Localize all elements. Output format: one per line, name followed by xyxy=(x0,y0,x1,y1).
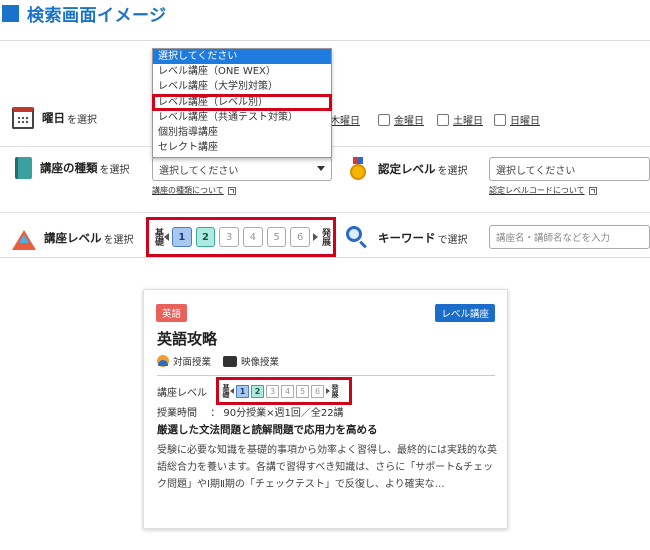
level-advanced-label: 発展 xyxy=(320,228,331,246)
row-divider xyxy=(0,212,650,213)
level-button-5[interactable]: 5 xyxy=(266,227,287,247)
checkbox[interactable] xyxy=(378,113,390,126)
course-hours: 授業時間 ： 90分授業×週1回／全22講 xyxy=(157,408,344,419)
course-title[interactable]: 英語攻略 xyxy=(157,328,217,349)
checkbox[interactable] xyxy=(494,113,506,126)
camera-icon xyxy=(223,355,238,367)
title-square-icon xyxy=(2,4,19,22)
card-level-indicator: 基礎 1 2 3 4 5 6 発展 xyxy=(216,377,352,405)
arrow-left-icon xyxy=(230,388,234,394)
pyramid-icon xyxy=(12,226,36,250)
day-label-suffix: を選択 xyxy=(67,114,97,126)
divider xyxy=(157,375,495,376)
keyword-input[interactable]: 講座名・講師名などを入力 xyxy=(489,225,650,249)
magnifier-icon xyxy=(346,226,370,250)
calendar-icon xyxy=(12,107,34,129)
day-checkbox-sun[interactable]: 日曜日 xyxy=(494,112,540,127)
course-headline: 厳選した文法問題と読解問題で応用力を高める xyxy=(157,424,378,436)
level-button-4[interactable]: 4 xyxy=(243,227,263,247)
dropdown-option[interactable]: レベル講座（共通テスト対策） xyxy=(153,110,331,125)
course-level-label: 講座レベル を選択 xyxy=(12,226,134,250)
day-checkbox-sat[interactable]: 土曜日 xyxy=(437,112,483,127)
subject-badge: 英語 xyxy=(156,304,188,322)
course-type-dropdown: 選択してください レベル講座（ONE WEX） レベル講座（大学別対策） レベル… xyxy=(152,48,332,158)
external-link-icon xyxy=(227,186,236,195)
certified-level-help-link[interactable]: 認定レベルコードについて xyxy=(489,185,597,196)
level-button-3[interactable]: 3 xyxy=(219,227,240,247)
arrow-right-icon xyxy=(313,233,319,241)
dropdown-option-highlighted[interactable]: レベル講座（レベル別） xyxy=(152,93,332,111)
certified-level-select[interactable]: 選択してください xyxy=(489,157,650,181)
dropdown-option[interactable]: レベル講座（ONE WEX） xyxy=(153,64,331,79)
checkbox[interactable] xyxy=(437,113,449,126)
day-checkbox-fri[interactable]: 金曜日 xyxy=(378,112,424,127)
person-icon xyxy=(157,355,169,367)
arrow-left-icon xyxy=(164,233,169,241)
chevron-down-icon xyxy=(317,166,325,171)
course-level-selector: 基礎 1 2 3 4 5 6 発展 xyxy=(146,217,336,257)
external-link-icon xyxy=(588,186,597,195)
course-card[interactable]: 英語 レベル講座 英語攻略 対面授業 映像授業 講座レベル 基礎 1 2 3 4… xyxy=(143,289,508,529)
dropdown-option[interactable]: 個別指導講座 xyxy=(153,125,331,140)
dropdown-option[interactable]: セレクト講座 xyxy=(153,140,331,155)
day-label-bold: 曜日 xyxy=(42,111,65,125)
level-button-2[interactable]: 2 xyxy=(195,227,216,247)
course-description: 受験に必要な知識を基礎的事項から効率よく習得し、最終的には実践的な英語総合力を養… xyxy=(157,445,497,490)
page-title-block: 検索画面イメージ xyxy=(2,0,167,26)
arrow-right-icon xyxy=(326,388,330,394)
medal-icon xyxy=(346,157,370,181)
dropdown-option[interactable]: 選択してください xyxy=(153,49,331,65)
level-button-1[interactable]: 1 xyxy=(172,227,192,247)
course-type-badge: レベル講座 xyxy=(435,304,495,322)
keyword-label: キーワード で選択 xyxy=(346,226,468,250)
course-type-help-link[interactable]: 講座の種類について xyxy=(152,185,236,196)
course-type-label: 講座の種類 を選択 xyxy=(12,157,130,179)
book-icon xyxy=(15,157,32,179)
course-type-select[interactable]: 選択してください xyxy=(152,157,332,181)
course-modes: 対面授業 映像授業 xyxy=(157,354,279,368)
card-level-label: 講座レベル xyxy=(157,388,207,399)
dropdown-option[interactable]: レベル講座（大学別対策） xyxy=(153,79,331,94)
page-title: 検索画面イメージ xyxy=(27,5,167,26)
level-button-6[interactable]: 6 xyxy=(290,227,311,247)
level-basic-label: 基礎 xyxy=(153,228,163,246)
certified-level-label: 認定レベル を選択 xyxy=(346,157,468,181)
day-filter-label: 曜日 を選択 xyxy=(12,107,97,129)
